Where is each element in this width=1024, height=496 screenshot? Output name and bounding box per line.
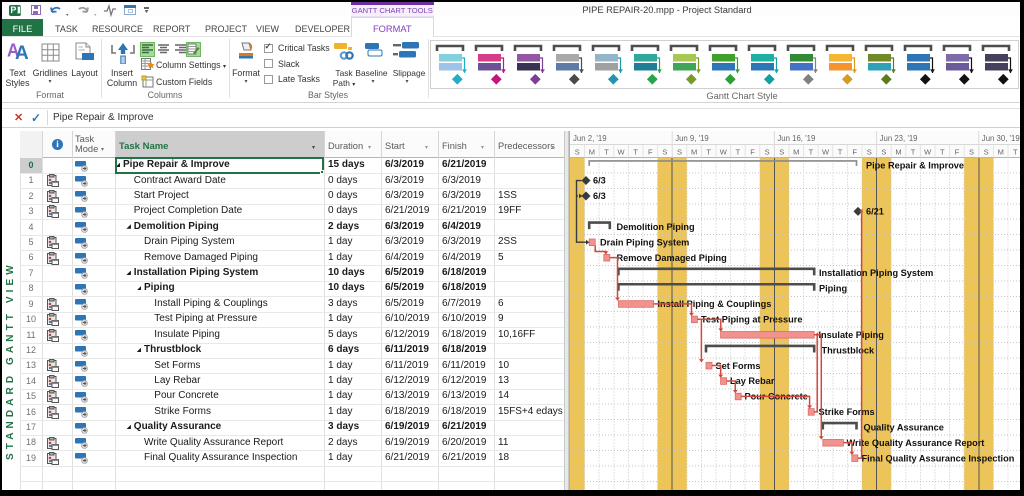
svg-text:T: T: [736, 148, 741, 157]
svg-text:W: W: [924, 148, 932, 157]
svg-text:S: S: [677, 148, 682, 157]
svg-text:6/21: 6/21: [866, 207, 884, 217]
svg-text:S: S: [867, 148, 872, 157]
svg-text:W: W: [720, 148, 728, 157]
svg-text:T: T: [604, 148, 609, 157]
svg-text:S: S: [765, 148, 770, 157]
svg-text:T: T: [911, 148, 916, 157]
svg-text:Jun 9, '19: Jun 9, '19: [675, 134, 709, 143]
svg-text:Remove Damaged Piping: Remove Damaged Piping: [617, 253, 727, 263]
svg-text:Demolition Piping: Demolition Piping: [617, 222, 695, 232]
svg-text:Installation Piping System: Installation Piping System: [819, 268, 933, 278]
svg-text:T: T: [838, 148, 843, 157]
svg-text:Strike Forms: Strike Forms: [819, 407, 875, 417]
svg-text:M: M: [895, 148, 901, 157]
svg-text:S: S: [662, 148, 667, 157]
svg-text:Jun 16, '19: Jun 16, '19: [777, 134, 815, 143]
svg-text:S: S: [984, 148, 989, 157]
svg-text:S: S: [881, 148, 886, 157]
svg-text:S: S: [779, 148, 784, 157]
svg-text:Piping: Piping: [819, 284, 847, 294]
svg-text:Insulate Piping: Insulate Piping: [819, 330, 884, 340]
svg-text:Thrustblock: Thrustblock: [822, 345, 875, 355]
svg-text:Pipe Repair & Improve: Pipe Repair & Improve: [866, 160, 964, 170]
svg-text:S: S: [969, 148, 974, 157]
svg-text:Jun 2, '19: Jun 2, '19: [573, 134, 607, 143]
svg-text:M: M: [589, 148, 595, 157]
svg-text:Final Quality Assurance Inspec: Final Quality Assurance Inspection: [862, 453, 1015, 463]
svg-text:Quality Assurance: Quality Assurance: [864, 422, 944, 432]
svg-text:F: F: [955, 148, 960, 157]
svg-text:Jun 30, '19: Jun 30, '19: [982, 134, 1020, 143]
svg-text:Jun 23, '19: Jun 23, '19: [880, 134, 918, 143]
svg-text:T: T: [809, 148, 814, 157]
svg-text:M: M: [691, 148, 697, 157]
svg-text:Write Quality Assurance Report: Write Quality Assurance Report: [847, 438, 985, 448]
svg-text:S: S: [575, 148, 580, 157]
svg-text:T: T: [940, 148, 945, 157]
svg-text:Drain Piping System: Drain Piping System: [600, 237, 689, 247]
svg-text:T: T: [633, 148, 638, 157]
svg-text:6/3: 6/3: [593, 176, 606, 186]
svg-text:W: W: [618, 148, 626, 157]
svg-text:T: T: [706, 148, 711, 157]
svg-text:Set Forms: Set Forms: [716, 361, 761, 371]
svg-text:F: F: [750, 148, 755, 157]
svg-text:F: F: [648, 148, 653, 157]
svg-text:F: F: [852, 148, 857, 157]
svg-text:W: W: [822, 148, 830, 157]
svg-text:Lay Rebar: Lay Rebar: [730, 376, 775, 386]
svg-text:M: M: [998, 148, 1004, 157]
svg-text:6/3: 6/3: [593, 191, 606, 201]
svg-text:T: T: [1013, 148, 1018, 157]
svg-text:M: M: [793, 148, 799, 157]
